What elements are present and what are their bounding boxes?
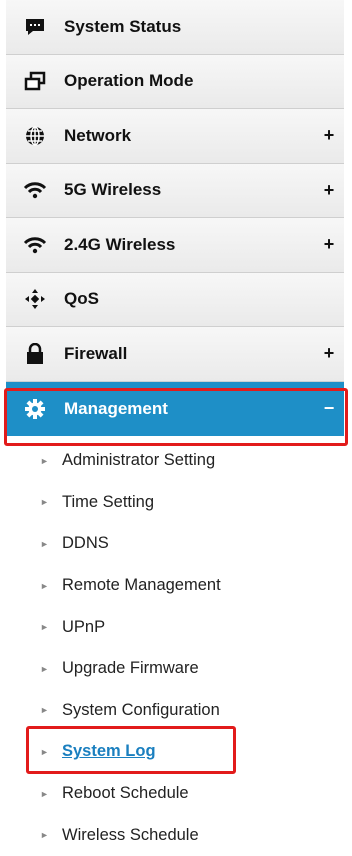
bullet-arrow-icon: ► bbox=[40, 622, 49, 633]
lock-icon bbox=[6, 342, 64, 365]
submenu-item-wireless-schedule[interactable]: ► Wireless Schedule bbox=[0, 814, 352, 856]
windows-icon bbox=[6, 71, 64, 91]
menu-item-label: Operation Mode bbox=[64, 71, 194, 91]
submenu-item-ddns[interactable]: ► DDNS bbox=[0, 523, 352, 565]
menu-item-system-status[interactable]: System Status bbox=[6, 0, 344, 55]
menu-item-label: QoS bbox=[64, 289, 99, 309]
submenu-item-label: DDNS bbox=[62, 534, 109, 553]
bullet-arrow-icon: ► bbox=[40, 455, 49, 466]
submenu-item-label: UPnP bbox=[62, 617, 106, 636]
submenu-item-label: System Configuration bbox=[62, 700, 220, 719]
submenu-item-upnp[interactable]: ► UPnP bbox=[0, 606, 352, 648]
expand-plus-icon[interactable]: + bbox=[314, 180, 344, 201]
globe-icon bbox=[6, 125, 64, 147]
menu-item-qos[interactable]: QoS bbox=[6, 272, 344, 327]
submenu-item-label: Administrator Setting bbox=[62, 451, 216, 470]
submenu-item-upgrade-firmware[interactable]: ► Upgrade Firmware bbox=[0, 648, 352, 690]
menu-item-label: 5G Wireless bbox=[64, 180, 162, 200]
menu-item-5g-wireless[interactable]: 5G Wireless + bbox=[6, 163, 344, 218]
submenu-item-label: Time Setting bbox=[62, 492, 155, 511]
submenu-item-remote-management[interactable]: ► Remote Management bbox=[0, 565, 352, 607]
expand-plus-icon[interactable]: + bbox=[314, 125, 344, 146]
highlight-box-system-log bbox=[26, 726, 236, 774]
expand-plus-icon[interactable]: + bbox=[314, 234, 344, 255]
bullet-arrow-icon: ► bbox=[40, 830, 49, 841]
highlight-box-management bbox=[4, 388, 348, 446]
menu-item-label: Firewall bbox=[64, 343, 128, 363]
menu-item-operation-mode[interactable]: Operation Mode bbox=[6, 54, 344, 109]
management-submenu: ► Administrator Setting ► Time Setting ►… bbox=[0, 440, 352, 856]
bullet-arrow-icon: ► bbox=[40, 497, 49, 508]
wifi-icon bbox=[6, 180, 64, 200]
chat-bubble-icon bbox=[6, 17, 64, 37]
submenu-item-label: Remote Management bbox=[62, 576, 221, 595]
qos-icon bbox=[6, 288, 64, 310]
menu-item-2-4g-wireless[interactable]: 2.4G Wireless + bbox=[6, 218, 344, 273]
menu-item-network[interactable]: Network + bbox=[6, 109, 344, 164]
menu-item-firewall[interactable]: Firewall + bbox=[6, 327, 344, 382]
wifi-icon bbox=[6, 235, 64, 255]
submenu-item-label: Reboot Schedule bbox=[62, 784, 189, 803]
submenu-item-time-setting[interactable]: ► Time Setting bbox=[0, 482, 352, 524]
submenu-item-label: Wireless Schedule bbox=[62, 825, 199, 844]
menu-item-label: System Status bbox=[64, 16, 182, 36]
menu-item-label: 2.4G Wireless bbox=[64, 234, 176, 254]
menu-item-label: Network bbox=[64, 125, 132, 145]
submenu-item-administrator-setting[interactable]: ► Administrator Setting bbox=[0, 440, 352, 482]
bullet-arrow-icon: ► bbox=[40, 663, 49, 674]
bullet-arrow-icon: ► bbox=[40, 580, 49, 591]
bullet-arrow-icon: ► bbox=[40, 788, 49, 799]
submenu-item-label: Upgrade Firmware bbox=[62, 659, 199, 678]
submenu-item-reboot-schedule[interactable]: ► Reboot Schedule bbox=[0, 773, 352, 815]
bullet-arrow-icon: ► bbox=[40, 705, 49, 716]
submenu-item-system-configuration[interactable]: ► System Configuration bbox=[0, 690, 352, 732]
bullet-arrow-icon: ► bbox=[40, 538, 49, 549]
expand-plus-icon[interactable]: + bbox=[314, 343, 344, 364]
sidebar-menu: System Status Operation Mode Network + 5… bbox=[0, 0, 352, 856]
